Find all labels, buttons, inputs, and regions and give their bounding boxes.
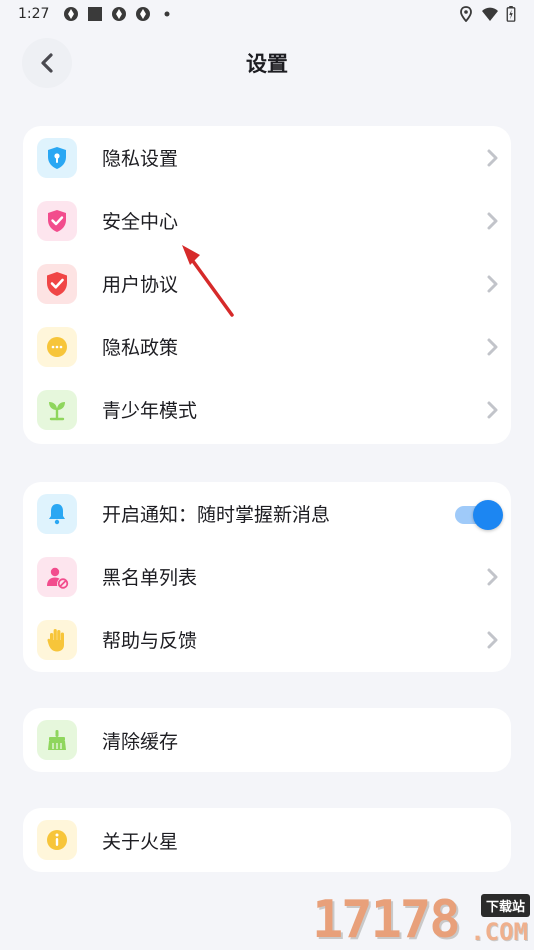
setting-label: 安全中心 (102, 211, 179, 233)
watermark-logo: 17178 下载站 .COM (312, 886, 534, 950)
status-bar: 1:27 (0, 0, 534, 28)
notification-toggle[interactable] (455, 499, 503, 530)
setting-row-security-center[interactable]: 安全中心 (23, 189, 511, 252)
setting-row-blacklist[interactable]: 黑名单列表 (23, 545, 511, 608)
chevron-right-icon (487, 212, 498, 229)
battery-charging-icon (506, 6, 516, 22)
header: 设置 (0, 32, 534, 94)
watermark-tag: 下载站 (480, 894, 530, 917)
setting-label: 隐私政策 (102, 337, 179, 359)
hand-icon (37, 619, 77, 660)
setting-label: 隐私设置 (102, 148, 179, 170)
setting-label: 开启通知：随时掌握新消息 (102, 504, 331, 526)
setting-row-privacy-policy[interactable]: 隐私政策 (23, 315, 511, 378)
settings-group-about: 关于火星 (23, 808, 511, 872)
setting-label: 清除缓存 (102, 730, 179, 753)
app-notification-icon (136, 7, 151, 21)
stop-square-icon (88, 7, 103, 21)
user-block-icon (37, 556, 77, 597)
settings-group-notifications: 开启通知：随时掌握新消息 黑名单列表 帮助与反馈 (23, 482, 511, 672)
setting-row-teen-mode[interactable]: 青少年模式 (23, 378, 511, 441)
chevron-right-icon (487, 149, 498, 166)
settings-group-cache: 清除缓存 (23, 708, 511, 772)
setting-row-privacy-settings[interactable]: 隐私设置 (23, 126, 511, 189)
wifi-icon (482, 7, 498, 21)
setting-label: 关于火星 (102, 830, 179, 853)
setting-row-help-feedback[interactable]: 帮助与反馈 (23, 608, 511, 671)
toggle-knob (473, 499, 503, 530)
app-notification-icon (112, 7, 127, 21)
status-time: 1:27 (18, 6, 50, 22)
setting-row-about[interactable]: 关于火星 (23, 808, 511, 872)
annotation-arrow-icon (182, 245, 234, 317)
bell-icon (37, 493, 77, 534)
shield-lock-icon (37, 137, 77, 178)
chevron-right-icon (487, 568, 498, 585)
settings-group-privacy: 隐私设置 安全中心 用户协议 隐私政策 青少年模式 (23, 126, 511, 444)
shield-check-icon (37, 263, 77, 304)
dot-icon (164, 11, 170, 17)
chevron-right-icon (487, 631, 498, 648)
chevron-right-icon (487, 401, 498, 418)
setting-label: 青少年模式 (102, 400, 198, 422)
shield-check-icon (37, 200, 77, 241)
broom-icon (37, 720, 77, 760)
chevron-right-icon (487, 338, 498, 355)
setting-row-notifications: 开启通知：随时掌握新消息 (23, 482, 511, 545)
setting-row-clear-cache[interactable]: 清除缓存 (23, 708, 511, 772)
sprout-icon (37, 389, 77, 430)
setting-row-user-agreement[interactable]: 用户协议 (23, 252, 511, 315)
info-icon (37, 820, 77, 860)
setting-label: 帮助与反馈 (102, 630, 198, 652)
page-title: 设置 (246, 52, 288, 76)
watermark-suffix: .COM (470, 918, 528, 946)
setting-label: 用户协议 (102, 274, 179, 296)
watermark-digits: 17178 (312, 890, 461, 950)
chat-bubble-icon (37, 326, 77, 367)
chevron-right-icon (487, 275, 498, 292)
location-icon (460, 6, 472, 22)
app-notification-icon (64, 7, 79, 21)
setting-label: 黑名单列表 (102, 567, 198, 589)
